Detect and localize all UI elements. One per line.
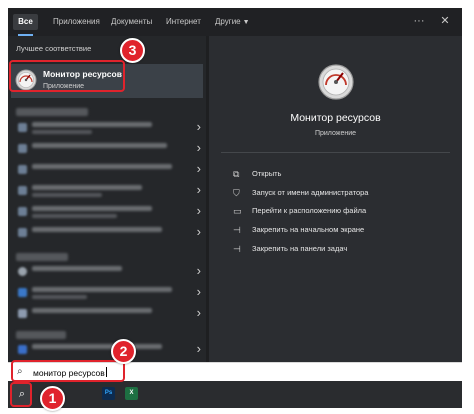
action-pin-to-start-label: Закрепить на начальном экране: [252, 225, 365, 234]
taskbar: ⌕ Ps X: [8, 381, 462, 408]
search-icon: [18, 123, 27, 132]
tab-apps[interactable]: Приложения: [53, 14, 100, 30]
tab-all[interactable]: Все: [13, 14, 38, 36]
action-pin-to-taskbar-label: Закрепить на панели задач: [252, 244, 348, 253]
chevron-right-icon: ›: [196, 140, 201, 155]
search-icon: [18, 165, 27, 174]
step-badge-2: 2: [111, 339, 136, 364]
chevron-right-icon: ›: [196, 224, 201, 239]
chevron-right-icon: ›: [196, 182, 201, 197]
action-pin-to-start[interactable]: ⊣ Закрепить на начальном экране: [233, 223, 364, 237]
list-item[interactable]: ›: [8, 223, 206, 241]
list-item[interactable]: ›: [8, 202, 206, 220]
folder-icon: ▭: [233, 206, 242, 216]
pin-icon: ⊣: [233, 225, 241, 235]
chevron-right-icon: ›: [196, 305, 201, 320]
search-icon: [18, 186, 27, 195]
excel-icon[interactable]: X: [125, 387, 138, 400]
documents-section-heading-blurred: [16, 331, 66, 339]
chevron-right-icon: ›: [196, 263, 201, 278]
search-filter-tabs: Все Приложения Документы Интернет Другие…: [8, 8, 462, 36]
action-open-file-location[interactable]: ▭ Перейти к расположению файла: [233, 204, 366, 218]
action-run-as-admin-label: Запуск от имени администратора: [252, 188, 369, 197]
action-open-label: Открыть: [252, 169, 282, 178]
search-icon: [18, 144, 27, 153]
document-icon: [18, 345, 27, 354]
shield-icon: ⛉: [233, 188, 240, 198]
chevron-right-icon: ›: [196, 203, 201, 218]
chevron-down-icon: ▼: [242, 19, 250, 26]
best-match-heading: Лучшее соответствие: [16, 44, 92, 53]
list-item[interactable]: ›: [8, 283, 206, 301]
step-badge-1: 1: [40, 386, 65, 411]
close-icon[interactable]: ✕: [438, 12, 452, 30]
action-open[interactable]: ⧉ Открыть: [233, 167, 281, 181]
chevron-right-icon: ›: [196, 119, 201, 134]
search-icon: [18, 207, 27, 216]
divider: [221, 152, 450, 153]
chevron-right-icon: ›: [196, 341, 201, 356]
open-icon: ⧉: [233, 169, 240, 179]
tab-more[interactable]: Другие ▼: [215, 14, 250, 30]
photoshop-icon[interactable]: Ps: [102, 387, 115, 400]
pin-icon: ⊣: [233, 244, 241, 254]
best-match-highlight: [9, 60, 125, 92]
action-open-file-location-label: Перейти к расположению файла: [252, 206, 367, 215]
preview-subtitle: Приложение: [314, 130, 357, 137]
action-pin-to-taskbar[interactable]: ⊣ Закрепить на панели задач: [233, 242, 347, 256]
list-item[interactable]: ›: [8, 340, 206, 358]
tab-documents[interactable]: Документы: [111, 14, 152, 30]
chevron-right-icon: ›: [196, 284, 201, 299]
list-item[interactable]: ›: [8, 118, 206, 136]
list-item[interactable]: ›: [8, 181, 206, 199]
step-badge-3: 3: [120, 38, 145, 63]
preview-title: Монитор ресурсов: [290, 112, 381, 124]
list-item[interactable]: ›: [8, 304, 206, 322]
search-icon: [18, 228, 27, 237]
taskbar-search-highlight: [10, 382, 32, 407]
photo-icon: [18, 288, 27, 297]
list-item[interactable]: ›: [8, 262, 206, 280]
resource-monitor-icon: [318, 64, 354, 100]
list-item[interactable]: ›: [8, 139, 206, 157]
tab-more-label: Другие: [215, 17, 241, 26]
photos-section-heading-blurred: [16, 253, 68, 261]
action-run-as-admin[interactable]: ⛉ Запуск от имени администратора: [233, 186, 368, 200]
web-section-heading-blurred: [16, 108, 88, 116]
photo-icon: [18, 267, 27, 276]
preview-pane: Монитор ресурсов Приложение ⧉ Открыть ⛉ За…: [209, 36, 462, 363]
chevron-right-icon: ›: [196, 161, 201, 176]
search-box-highlight: [11, 360, 125, 382]
tab-web[interactable]: Интернет: [166, 14, 201, 30]
more-horizontal-icon[interactable]: ···: [412, 12, 426, 30]
photo-icon: [18, 309, 27, 318]
list-item[interactable]: ›: [8, 160, 206, 178]
